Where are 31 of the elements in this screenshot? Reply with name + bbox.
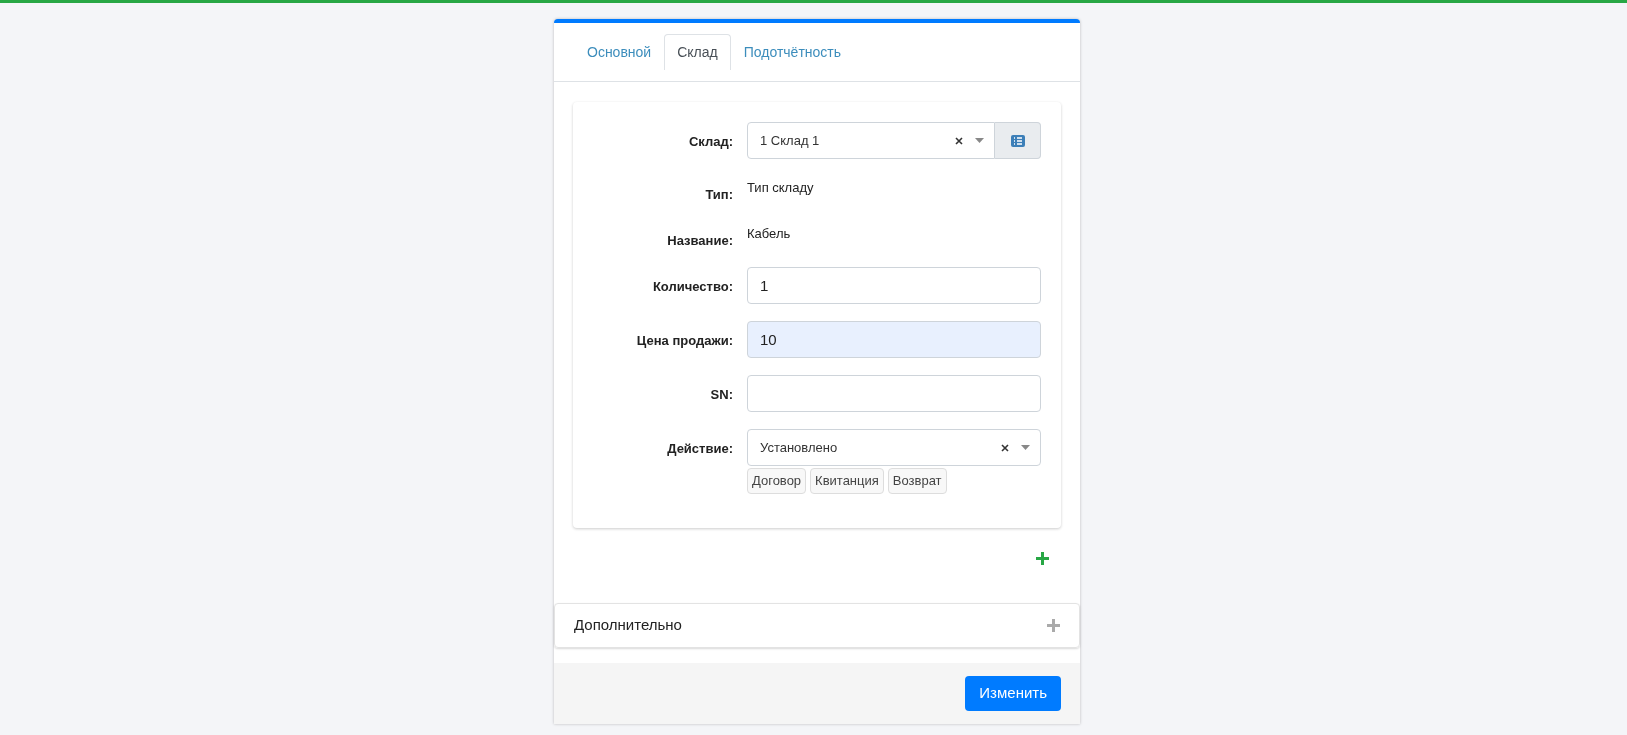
submit-button[interactable]: Изменить: [965, 676, 1061, 711]
add-icon[interactable]: [1036, 552, 1049, 565]
option-button[interactable]: Квитанция: [810, 468, 884, 494]
field-value: Кабель: [747, 224, 792, 243]
tab[interactable]: Основной: [574, 34, 665, 70]
option-button[interactable]: Договор: [747, 468, 807, 494]
field-value: Тип складу: [747, 179, 815, 197]
expand-icon[interactable]: [1047, 619, 1060, 632]
field-label: Склад:: [687, 133, 734, 151]
collapsible-panel-header[interactable]: Дополнительно: [554, 603, 1080, 648]
list-button[interactable]: [995, 122, 1041, 159]
tab[interactable]: Склад: [664, 34, 731, 70]
input-field[interactable]: 1: [747, 267, 1041, 304]
field-label: Тип:: [704, 186, 734, 204]
select-field[interactable]: 1 Склад 1: [747, 122, 995, 159]
tab[interactable]: Подотчётность: [730, 34, 855, 70]
field-label: Название:: [666, 231, 734, 250]
caret-icon: [1021, 445, 1030, 450]
option-button[interactable]: Возврат: [887, 468, 947, 494]
field-label: Действие:: [666, 440, 734, 458]
field-label: Количество:: [651, 278, 734, 296]
field-label: SN:: [709, 386, 734, 404]
caret-icon: [975, 138, 984, 143]
field-label: Цена продажи:: [635, 332, 734, 350]
panel-title: Дополнительно: [574, 615, 682, 636]
clear-icon[interactable]: [955, 136, 963, 145]
select-field[interactable]: Установлено: [747, 429, 1041, 466]
input-field[interactable]: [747, 375, 1041, 412]
clear-icon[interactable]: [1001, 443, 1009, 452]
input-field[interactable]: 10: [747, 321, 1041, 358]
list-icon: [1010, 134, 1025, 147]
